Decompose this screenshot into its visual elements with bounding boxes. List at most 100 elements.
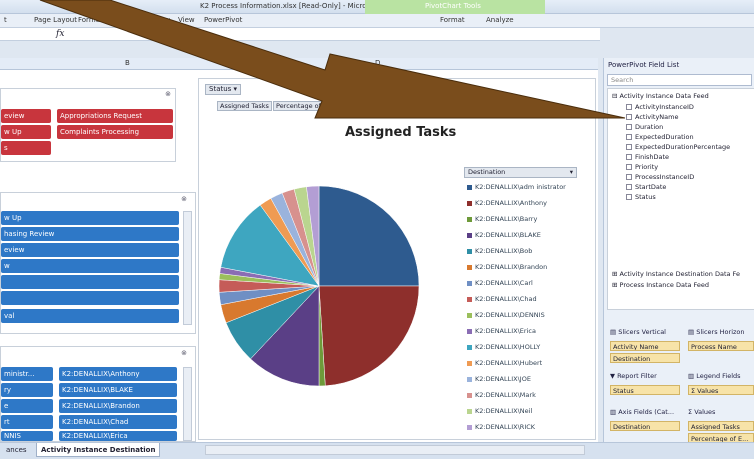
field-tree[interactable]: ⊟ Activity Instance Data Feed ActivityIn… (607, 88, 754, 310)
field-name: Priority (635, 163, 659, 171)
legend-label: K2:DENALLIX\Erica (475, 327, 536, 335)
slicer-item[interactable] (1, 291, 179, 305)
slicer-item[interactable]: s (1, 141, 51, 155)
slicer-item[interactable]: val (1, 309, 179, 323)
pie-slice[interactable] (318, 285, 419, 387)
checkbox-icon[interactable] (626, 134, 632, 140)
clear-filter-icon[interactable]: ⊗ (181, 349, 187, 357)
report-filter-label: ▼ Report Filter (610, 372, 657, 380)
legend-entry: K2:DENALLIX\Hubert (467, 359, 542, 367)
slicer-item[interactable]: e (1, 399, 53, 413)
slicer-destination[interactable]: ⊗ ministr... K2:DENALLIX\Anthony ry K2:D… (0, 346, 196, 442)
checkbox-icon[interactable] (626, 144, 632, 150)
slicer-item[interactable]: ministr... (1, 367, 53, 381)
checkbox-icon[interactable] (626, 104, 632, 110)
ribbon-tab[interactable]: PowerPivot (204, 16, 242, 24)
value-field-button[interactable]: Assigned Tasks (217, 101, 272, 111)
ribbon-tab[interactable]: Analyze (486, 16, 514, 24)
ribbon-tab[interactable]: Page Layout (34, 16, 77, 24)
slicer-item[interactable]: w Up (1, 125, 51, 139)
column-header-c[interactable]: C (273, 59, 278, 67)
legend-label: K2:DENALLIX\RICK (475, 423, 536, 431)
clear-filter-icon[interactable]: ⊗ (165, 90, 171, 98)
field-checkbox[interactable]: Status (626, 193, 656, 201)
column-header-d[interactable]: D (375, 59, 380, 67)
table-node[interactable]: ⊞ Process Instance Data Feed (612, 281, 709, 289)
ribbon-tab[interactable]: Review (145, 16, 170, 24)
legend-label: K2:DENALLIX\Hubert (475, 359, 543, 367)
table-node[interactable]: ⊟ Activity Instance Data Feed (612, 92, 709, 100)
slicer-activity-name[interactable]: ⊗ eview Appropriations Request w Up Comp… (0, 88, 176, 162)
slicer-item[interactable]: K2:DENALLIX\Erica (59, 431, 177, 441)
field-chip[interactable]: Σ Values (688, 385, 754, 395)
formula-bar[interactable]: fx (0, 28, 600, 41)
table-node[interactable]: ⊞ Activity Instance Destination Data Fe (612, 270, 740, 278)
slicer-item[interactable]: K2:DENALLIX\Anthony (59, 367, 177, 381)
field-checkbox[interactable]: Duration (626, 123, 663, 131)
field-chip[interactable]: Assigned Tasks (688, 421, 754, 431)
slicer-item[interactable]: ry (1, 383, 53, 397)
ribbon-tab[interactable]: t (4, 16, 7, 24)
field-checkbox[interactable]: ExpectedDuration (626, 133, 694, 141)
legend-field-button[interactable]: Destination ▾ (464, 167, 577, 178)
clear-filter-icon[interactable]: ⊗ (181, 195, 187, 203)
slicer-process-name[interactable]: ⊗ w Up hasing Review eview w val (0, 192, 196, 334)
checkbox-icon[interactable] (626, 164, 632, 170)
search-input[interactable]: Search (607, 74, 752, 86)
field-chip[interactable]: Destination (610, 421, 680, 431)
slicer-item[interactable]: rt (1, 415, 53, 429)
fx-icon[interactable]: fx (56, 29, 64, 39)
pie-chart[interactable] (219, 181, 419, 401)
legend-entry: K2:DENALLIX\DENNIS (467, 311, 545, 319)
horizontal-scrollbar[interactable] (205, 445, 585, 455)
field-checkbox[interactable]: FinishDate (626, 153, 669, 161)
field-checkbox[interactable]: StartDate (626, 183, 666, 191)
field-checkbox[interactable]: ProcessInstanceID (626, 173, 694, 181)
field-chip[interactable]: Activity Name (610, 341, 680, 351)
field-chip[interactable]: Destination (610, 353, 680, 363)
legend-label: K2:DENALLIX\DENNIS (475, 311, 545, 319)
value-field-button[interactable]: Percentage of Expected Duration (273, 101, 387, 111)
slicer-item[interactable]: Appropriations Request (57, 109, 173, 123)
field-checkbox[interactable]: ActivityName (626, 113, 679, 121)
ribbon-tab[interactable]: View (178, 16, 195, 24)
slicer-item[interactable]: K2:DENALLIX\Chad (59, 415, 177, 429)
slicer-scrollbar[interactable] (183, 211, 192, 325)
values-label: Σ Values (688, 408, 716, 416)
column-header-b[interactable]: B (125, 59, 130, 67)
checkbox-icon[interactable] (626, 114, 632, 120)
field-checkbox[interactable]: ActivityInstanceID (626, 103, 694, 111)
slicer-item[interactable]: eview (1, 243, 179, 257)
ribbon-tab[interactable]: Data (117, 16, 134, 24)
checkbox-icon[interactable] (626, 154, 632, 160)
pie-slice[interactable] (318, 185, 419, 287)
report-filter-button[interactable]: Status ▾ (205, 84, 241, 95)
slicer-item[interactable]: Complaints Processing (57, 125, 173, 139)
slicer-item[interactable]: eview (1, 109, 51, 123)
slicer-item[interactable]: K2:DENALLIX\BLAKE (59, 383, 177, 397)
legend-swatch (467, 392, 472, 398)
slicer-item[interactable] (1, 275, 179, 289)
ribbon-tab[interactable]: Format (440, 16, 465, 24)
sheet-tab[interactable]: ances (2, 443, 31, 457)
checkbox-icon[interactable] (626, 174, 632, 180)
legend-label: K2:DENALLIX\adm inistrator (475, 183, 566, 191)
slicer-scrollbar[interactable] (183, 367, 192, 441)
field-checkbox[interactable]: ExpectedDurationPercentage (626, 143, 730, 151)
pivot-chart[interactable]: Status ▾ Assigned Tasks Percentage of Ex… (198, 78, 596, 440)
ribbon-tab[interactable]: Formulas (78, 16, 110, 24)
slicer-item[interactable]: w Up (1, 211, 179, 225)
checkbox-icon[interactable] (626, 194, 632, 200)
field-chip[interactable]: Process Name (688, 341, 754, 351)
pivotchart-tools-context: PivotChart Tools (365, 0, 545, 14)
slicer-item[interactable]: w (1, 259, 179, 273)
slicer-item[interactable]: NNIS (1, 431, 53, 441)
field-checkbox[interactable]: Priority (626, 163, 658, 171)
legend-entry: K2:DENALLIX\Bob (467, 247, 532, 255)
checkbox-icon[interactable] (626, 124, 632, 130)
sheet-tab-active[interactable]: Activity Instance Destination (36, 443, 161, 457)
checkbox-icon[interactable] (626, 184, 632, 190)
slicer-item[interactable]: K2:DENALLIX\Brandon (59, 399, 177, 413)
field-chip[interactable]: Status (610, 385, 680, 395)
slicer-item[interactable]: hasing Review (1, 227, 179, 241)
